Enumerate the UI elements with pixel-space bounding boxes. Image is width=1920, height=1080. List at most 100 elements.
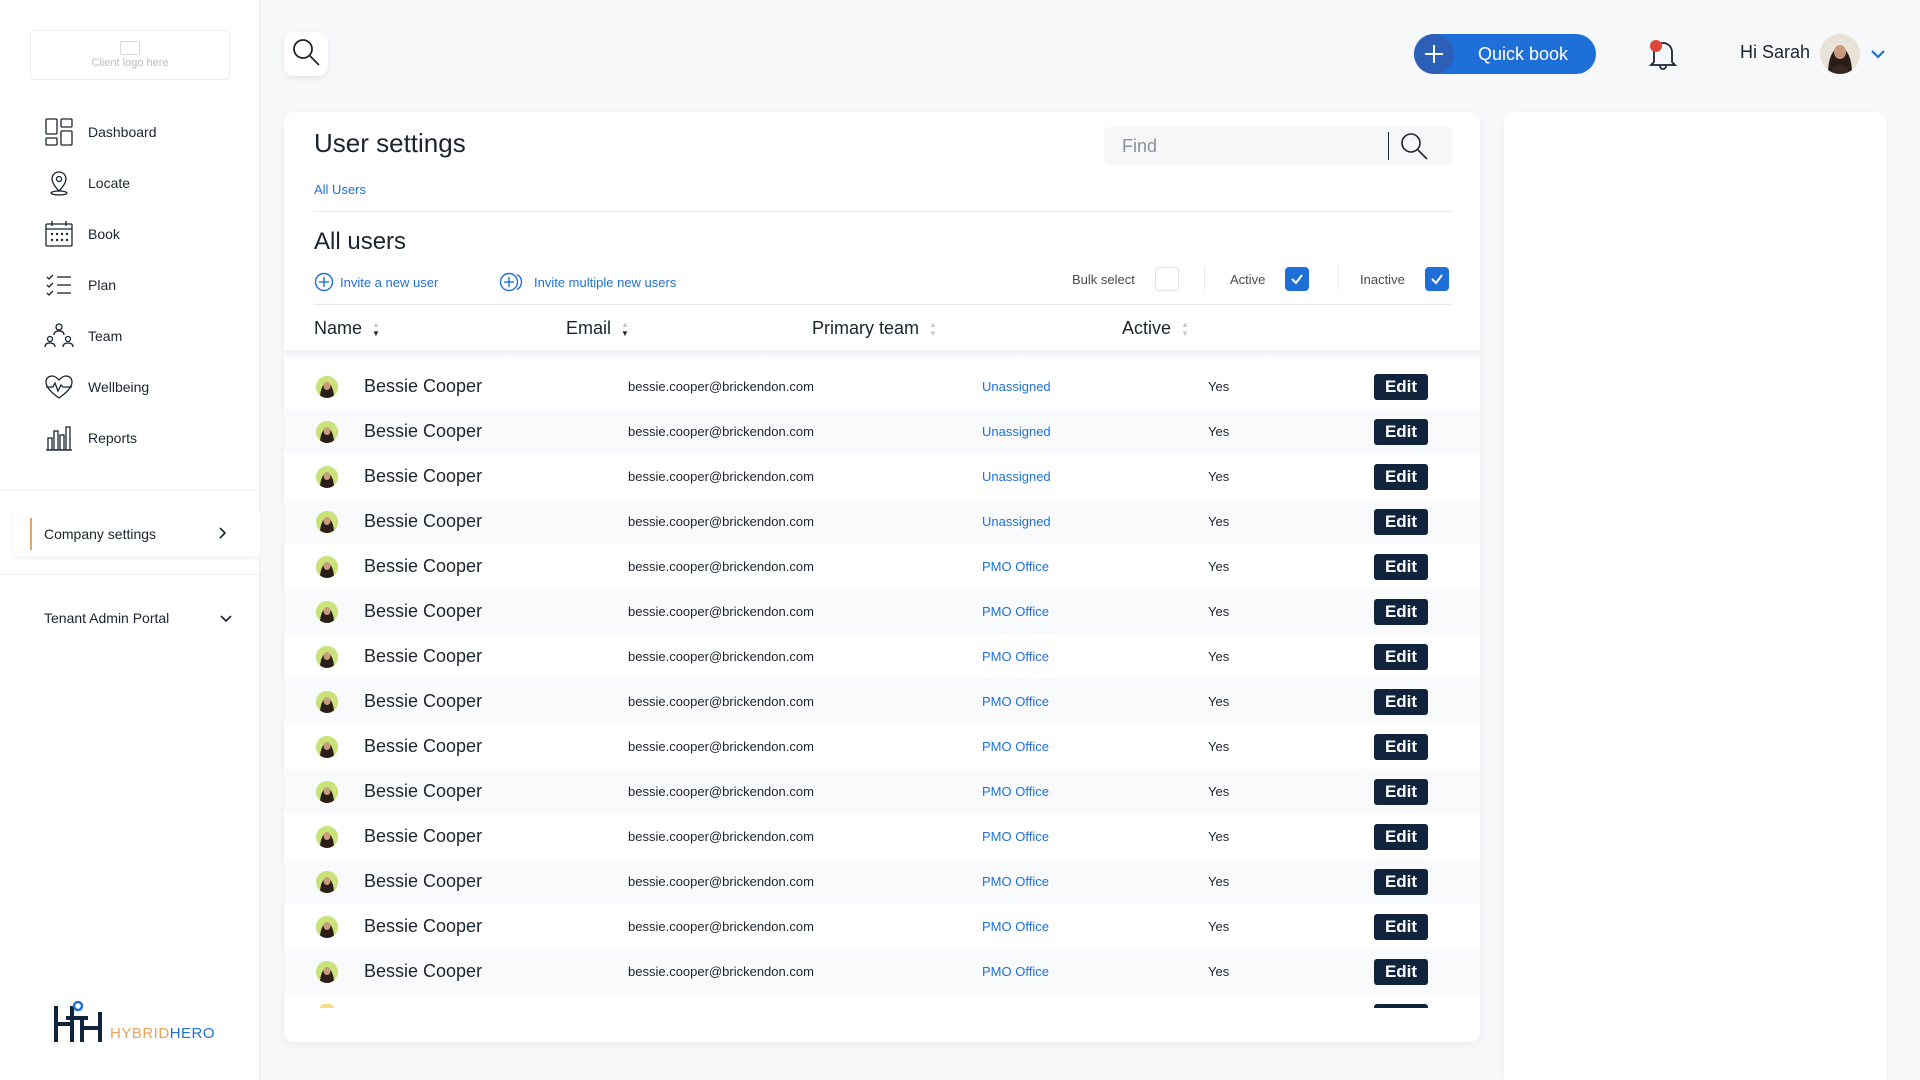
active-filter-checkbox[interactable] [1285,267,1310,291]
edit-button[interactable]: Edit [1374,554,1428,580]
tenant-admin-portal-item[interactable]: Tenant Admin Portal [44,606,234,630]
user-primary-team[interactable]: Unassigned [982,469,1051,484]
bulk-select-checkbox[interactable] [1154,267,1179,291]
column-header-primary-team[interactable]: Primary team ▲ ▼ [812,318,937,339]
notifications-button[interactable] [1648,38,1678,70]
edit-button[interactable]: Edit [1374,689,1428,715]
edit-button[interactable] [1374,1004,1428,1008]
column-header-active[interactable]: Active ▲ ▼ [1122,318,1189,339]
user-name: Bessie Cooper [364,646,483,666]
table-row: Bessie Cooper bessie.cooper@brickendon.c… [284,544,1480,589]
table-row: Bessie Cooper bessie.cooper@brickendon.c… [284,409,1480,454]
user-primary-team[interactable]: PMO Office [982,739,1049,754]
bell-icon [1648,42,1678,74]
user-name: Bessie Cooper [364,376,483,396]
edit-button[interactable]: Edit [1374,869,1428,895]
user-active-status: Yes [1208,424,1230,439]
user-menu-chevron-down-icon[interactable] [1868,44,1888,69]
column-header-name[interactable]: Name ▲ ▼ [314,318,380,339]
user-email: bessie.cooper@brickendon.com [628,649,814,664]
user-avatar [316,961,338,983]
table-row: Bessie Cooper bessie.cooper@brickendon.c… [284,769,1480,814]
find-separator [1388,132,1389,160]
company-settings-item[interactable]: Company settings [14,512,260,556]
sidebar-item-wellbeing[interactable]: Wellbeing [0,361,260,412]
user-primary-team[interactable]: PMO Office [982,829,1049,844]
user-active-status: Yes [1208,604,1230,619]
inactive-filter: Inactive [1360,267,1449,291]
notification-dot [1650,40,1662,52]
user-primary-team[interactable]: Unassigned [982,514,1051,529]
quick-book-button[interactable]: Quick book [1414,34,1596,74]
bulk-select-label: Bulk select [1072,271,1135,287]
edit-button[interactable]: Edit [1374,824,1428,850]
user-email: bessie.cooper@brickendon.com [628,604,814,619]
column-header-label: Active [1122,318,1172,338]
quick-book-label: Quick book [1478,43,1569,64]
user-primary-team[interactable]: PMO Office [982,694,1049,709]
edit-button[interactable]: Edit [1374,734,1428,760]
edit-button[interactable]: Edit [1374,374,1428,400]
find-input[interactable] [1104,127,1384,165]
user-greeting: Hi Sarah [1740,42,1811,62]
user-primary-team[interactable]: PMO Office [982,964,1049,979]
hybridhero-wordmark: HYBRIDHERO [110,1025,215,1042]
sidebar-item-locate[interactable]: Locate [0,157,260,208]
user-active-status: Yes [1208,829,1230,844]
search-icon[interactable] [1399,131,1429,161]
table-row: Bessie Cooper bessie.cooper@brickendon.c… [284,589,1480,634]
user-email: bessie.cooper@brickendon.com [628,919,814,934]
edit-button[interactable]: Edit [1374,599,1428,625]
column-header-email[interactable]: Email ▲ ▼ [566,318,629,339]
edit-button[interactable]: Edit [1374,509,1428,535]
user-avatar [316,736,338,758]
invite-multiple-users-link[interactable]: Invite multiple new users [498,272,676,292]
inactive-filter-checkbox[interactable] [1424,267,1449,291]
sidebar-item-label: Wellbeing [88,378,150,395]
user-primary-team[interactable]: PMO Office [982,874,1049,889]
user-active-status: Yes [1208,469,1230,484]
column-header-label: Email [566,318,612,338]
user-primary-team[interactable]: Unassigned [982,379,1051,394]
sidebar-item-team[interactable]: Team [0,310,260,361]
edit-button[interactable]: Edit [1374,914,1428,940]
user-avatar [316,421,338,443]
edit-button[interactable]: Edit [1374,959,1428,985]
sidebar-item-book[interactable]: Book [0,208,260,259]
breadcrumb[interactable]: All Users [314,182,366,197]
user-settings-card: User settings All Users All users Invite… [284,112,1480,1042]
edit-button[interactable]: Edit [1374,419,1428,445]
filter-separator [1338,266,1339,290]
sidebar-item-label: Book [88,225,120,242]
edit-button[interactable]: Edit [1374,779,1428,805]
sidebar-item-label: Reports [88,429,138,446]
sidebar-item-plan[interactable]: Plan [0,259,260,310]
user-name: Bessie Cooper [364,961,483,981]
edit-button[interactable]: Edit [1374,644,1428,670]
active-filter: Active [1230,267,1310,291]
user-avatar[interactable] [1820,34,1860,74]
user-primary-team[interactable]: PMO Office [982,559,1049,574]
global-search-button[interactable] [284,32,328,76]
section-title: All users [314,228,407,255]
user-primary-team[interactable]: Unassigned [982,424,1051,439]
user-email: bessie.cooper@brickendon.com [628,784,814,799]
user-primary-team[interactable]: PMO Office [982,604,1049,619]
user-primary-team[interactable]: PMO Office [982,919,1049,934]
multiple-plus-circle-icon [499,272,523,292]
sidebar-item-label: Dashboard [88,123,157,140]
sidebar-item-dashboard[interactable]: Dashboard [0,106,260,157]
user-primary-team[interactable]: PMO Office [982,649,1049,664]
user-primary-team[interactable]: PMO Office [982,784,1049,799]
sidebar-item-reports[interactable]: Reports [0,412,260,463]
user-name: Bessie Cooper [364,601,483,621]
user-name: Bessie Cooper [364,691,483,711]
side-panel [1504,112,1886,1080]
edit-button[interactable]: Edit [1374,464,1428,490]
invite-user-link[interactable]: Invite a new user [314,272,438,292]
user-avatar [316,511,338,533]
user-name: Bessie Cooper [364,871,483,891]
user-name: Bessie Cooper [364,736,483,756]
user-avatar [316,826,338,848]
bar-chart-icon [44,423,74,453]
